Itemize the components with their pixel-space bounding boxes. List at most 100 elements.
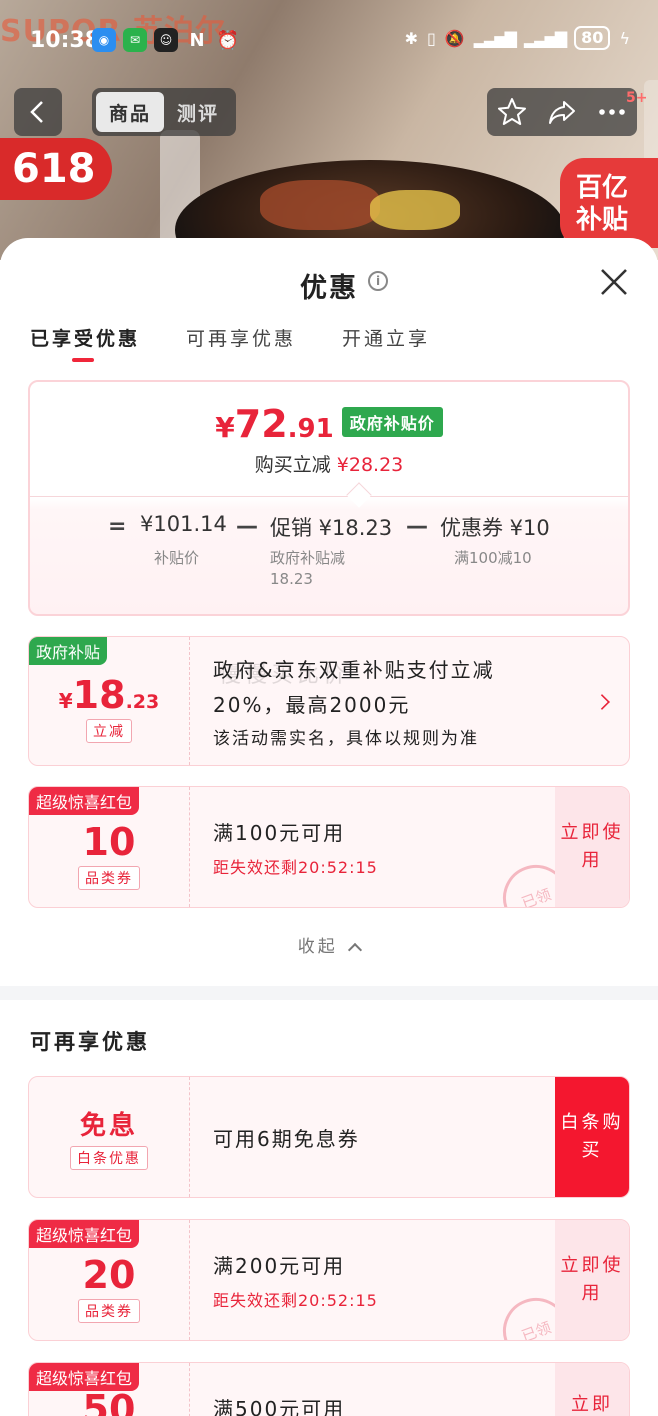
promo-label: 政府补贴减 18.23 (270, 548, 345, 590)
amount-currency: ¥ (58, 689, 73, 713)
alarm-icon: ⏰ (216, 29, 240, 51)
status-time: 10:38 (30, 28, 101, 53)
more-icon[interactable] (596, 96, 628, 128)
food-decor (370, 190, 460, 230)
interest-free-desc: 可用6期免息券 (213, 1126, 360, 1151)
coupon-amount: 20 品类券 (29, 1220, 189, 1340)
baitiao-buy-button[interactable]: 白条购买 (555, 1077, 629, 1197)
app-blue-icon: ◉ (92, 28, 116, 52)
gov-subsidy-card[interactable]: 政府补贴 ¥18.23 立减 慢慢买比价 政府&京东双重补贴支付立减 20%，最… (28, 636, 630, 766)
card-divider (189, 637, 190, 765)
coupon-countdown: 距失效还剩20:52:15 (213, 857, 378, 877)
coupon-amount: 50 (29, 1363, 189, 1416)
use-now-button[interactable]: 立即使用 (555, 1220, 629, 1340)
baiyi-line1: 百亿 (576, 173, 629, 203)
minus-sign: — (406, 514, 428, 539)
signal-icon: ▂▃▅▇ (473, 28, 517, 48)
status-bar: 10:38 ◉ ✉ ☺ N ⏰ ✱ ▯ 🔕 ▂▃▅▇ ▂▃▅▇ 80 ϟ (0, 0, 658, 80)
divider-notch (346, 482, 372, 508)
share-icon[interactable] (546, 96, 578, 128)
subsidy-line1: 政府&京东双重补贴支付立减 (213, 657, 495, 682)
status-right: ✱ ▯ 🔕 ▂▃▅▇ ▂▃▅▇ 80 ϟ (405, 26, 630, 50)
info-icon[interactable]: i (368, 271, 388, 291)
discount-amount: ¥18.23 立减 (29, 637, 189, 765)
amount-integer: 18 (72, 673, 126, 717)
reduce-tag: 立减 (86, 719, 132, 743)
discount-tabs: 已享受优惠 可再享优惠 开通立享 (30, 324, 430, 362)
coupon-label: 满100减10 (454, 549, 532, 567)
price-currency: ¥ (215, 411, 235, 444)
coupon-amount-value: 20 (82, 1253, 136, 1297)
promo-label-line2: 18.23 (270, 570, 313, 588)
back-button[interactable] (14, 88, 62, 136)
amount-decimal: .23 (125, 691, 160, 713)
food-decor (260, 180, 380, 230)
discount-sheet: 优惠 i 已享受优惠 可再享优惠 开通立享 ¥ 72 .91 政府补贴价 购买立… (0, 238, 658, 1416)
coupon-amount-value: 50 (82, 1387, 136, 1416)
tab-more-available[interactable]: 可再享优惠 (186, 324, 296, 351)
card-content: 满100元可用 距失效还剩20:52:15 (213, 787, 378, 907)
coupon-card-20: 超级惊喜红包 20 品类券 满200元可用 距失效还剩20:52:15 已领 立… (28, 1219, 630, 1341)
base-price-label: 补贴价 (154, 549, 200, 567)
use-now-button[interactable]: 立即 (555, 1363, 629, 1416)
charging-icon: ϟ (619, 28, 630, 48)
top-action-buttons (487, 88, 637, 136)
price-integer: 72 (234, 402, 288, 446)
coupon-amount: 10 品类券 (29, 787, 189, 907)
coupon-card-10: 超级惊喜红包 10 品类券 满100元可用 距失效还剩20:52:15 已领 立… (28, 786, 630, 908)
baitiao-tag: 白条优惠 (70, 1145, 148, 1170)
wechat-icon: ✉ (123, 28, 147, 52)
base-price-value: ¥101.14 (140, 512, 227, 536)
collapse-button[interactable]: 收起 (0, 932, 658, 958)
coupon-condition: 满200元可用 (213, 1253, 346, 1278)
cart-badge: 5+ (626, 90, 648, 106)
equals-sign: = (108, 514, 127, 539)
coupon-amount-value: 10 (82, 820, 136, 864)
card-content: 政府&京东双重补贴支付立减 20%，最高2000元 该活动需实名，具体以规则为准 (213, 637, 495, 765)
minus-sign: — (236, 514, 258, 539)
divider (30, 496, 628, 497)
baiyi-line2: 补贴 (576, 205, 629, 235)
subsidy-line3: 该活动需实名，具体以规则为准 (213, 728, 479, 749)
coupon-card-50: 超级惊喜红包 50 满500元可用 立即 (28, 1362, 630, 1416)
coupon-value: 优惠券 ¥10 (440, 516, 550, 540)
signal-icon-2: ▂▃▅▇ (523, 28, 567, 48)
vibrate-icon: ▯ (427, 28, 436, 48)
card-divider (189, 1220, 190, 1340)
coupon-type-tag: 品类券 (78, 1299, 140, 1323)
status-app-icons: ◉ ✉ ☺ N ⏰ (92, 28, 240, 52)
tab-product[interactable]: 商品 (96, 92, 164, 132)
coupon-type-tag: 品类券 (78, 866, 140, 890)
interest-free-label: 免息 (79, 1110, 138, 1141)
qq-icon: ☺ (154, 28, 178, 52)
instant-reduce: 购买立减 ¥28.23 (30, 450, 628, 477)
close-icon[interactable] (598, 266, 630, 298)
section-divider (0, 986, 658, 1000)
tab-activate[interactable]: 开通立享 (342, 324, 430, 351)
gov-subsidy-price-tag: 政府补贴价 (341, 407, 443, 437)
tab-enjoyed[interactable]: 已享受优惠 (30, 324, 140, 362)
card-content: 可用6期免息券 (213, 1077, 360, 1197)
baiyi-subsidy-badge: 百亿 补贴 (560, 158, 658, 248)
price-breakdown: = ¥101.14 补贴价 — 促销 ¥18.23 政府补贴减 18.23 — … (30, 510, 628, 610)
sheet-title: 优惠 (300, 273, 358, 304)
mute-icon: 🔕 (444, 28, 465, 48)
card-content: 满200元可用 距失效还剩20:52:15 (213, 1220, 378, 1340)
promo-label-line1: 政府补贴减 (270, 549, 346, 567)
card-divider (189, 1077, 190, 1197)
subsidy-line2: 20%，最高2000元 (213, 692, 411, 717)
battery-indicator: 80 (574, 26, 611, 50)
coupon-countdown: 距失效还剩20:52:15 (213, 1290, 378, 1310)
reduce-label: 购买立减 (254, 454, 331, 476)
price-decimal: .91 (287, 414, 334, 444)
promo-value: 促销 ¥18.23 (270, 516, 393, 540)
baitiao-card: 免息 白条优惠 可用6期免息券 白条购买 (28, 1076, 630, 1198)
collapse-label: 收起 (297, 937, 338, 957)
use-now-button[interactable]: 立即使用 (555, 787, 629, 907)
chevron-left-icon (30, 101, 43, 123)
section-title: 可再享优惠 (30, 1030, 150, 1054)
price-summary-box: ¥ 72 .91 政府补贴价 购买立减 ¥28.23 = ¥101.14 补贴价 … (28, 380, 630, 616)
tab-review[interactable]: 测评 (164, 92, 232, 132)
card-content: 满500元可用 (213, 1363, 345, 1416)
star-icon[interactable] (496, 96, 528, 128)
